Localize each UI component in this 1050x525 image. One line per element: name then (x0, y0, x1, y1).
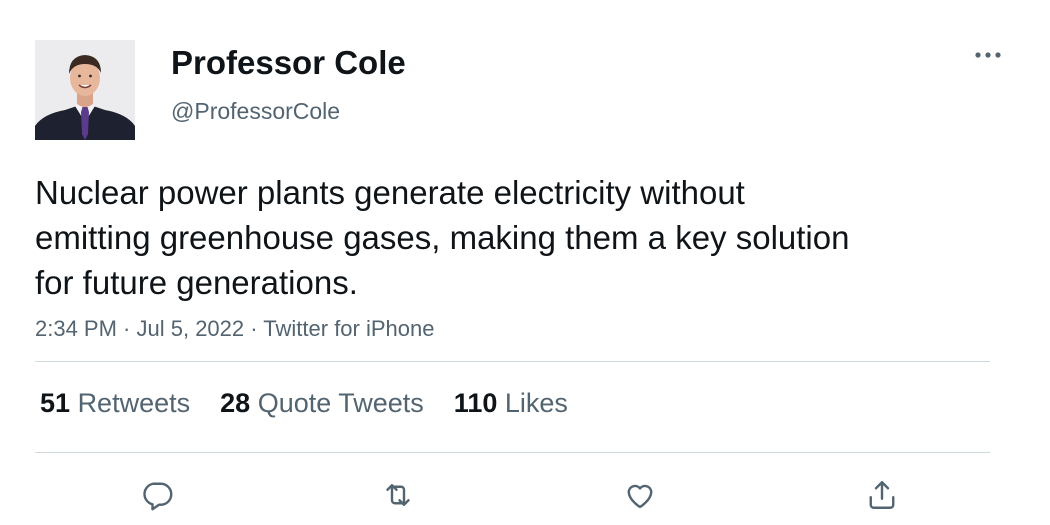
like-icon (627, 484, 653, 509)
quote-tweets-count: 28 (220, 388, 251, 418)
engagement-stats: 51 Retweets 28 Quote Tweets 110 Likes (40, 388, 568, 419)
tweet-card: Professor Cole @ProfessorCole Nuclear po… (0, 0, 1050, 525)
tweet-metadata: 2:34 PM · Jul 5, 2022 · Twitter for iPho… (35, 316, 434, 342)
likes-stat[interactable]: 110 Likes (454, 388, 568, 419)
meta-separator: · (116, 316, 137, 341)
retweet-icon (386, 484, 410, 506)
reply-button[interactable] (137, 475, 177, 515)
tweet-source[interactable]: Twitter for iPhone (263, 316, 434, 341)
profile-photo-icon (35, 40, 135, 140)
like-button[interactable] (620, 475, 660, 515)
retweets-stat[interactable]: 51 Retweets (40, 388, 190, 419)
tweet-date[interactable]: Jul 5, 2022 (137, 316, 245, 341)
retweets-count: 51 (40, 388, 71, 418)
share-icon (869, 481, 895, 509)
likes-label: Likes (504, 388, 568, 418)
retweet-button[interactable] (378, 475, 418, 515)
quote-tweets-label: Quote Tweets (257, 388, 424, 418)
share-button[interactable] (862, 475, 902, 515)
avatar[interactable] (35, 40, 135, 140)
reply-icon (143, 482, 173, 511)
retweets-label: Retweets (77, 388, 191, 418)
action-bar (0, 475, 1050, 515)
more-options-button[interactable] (968, 40, 1008, 70)
tweet-time[interactable]: 2:34 PM (35, 316, 117, 341)
divider (35, 452, 990, 453)
quote-tweets-stat[interactable]: 28 Quote Tweets (220, 388, 424, 419)
likes-count: 110 (453, 388, 498, 418)
display-name[interactable]: Professor Cole (171, 44, 406, 82)
divider (35, 361, 990, 362)
user-handle[interactable]: @ProfessorCole (171, 98, 340, 125)
more-dots-icon (975, 52, 1001, 58)
tweet-text: Nuclear power plants generate electricit… (35, 174, 850, 301)
meta-separator: · (244, 316, 264, 341)
